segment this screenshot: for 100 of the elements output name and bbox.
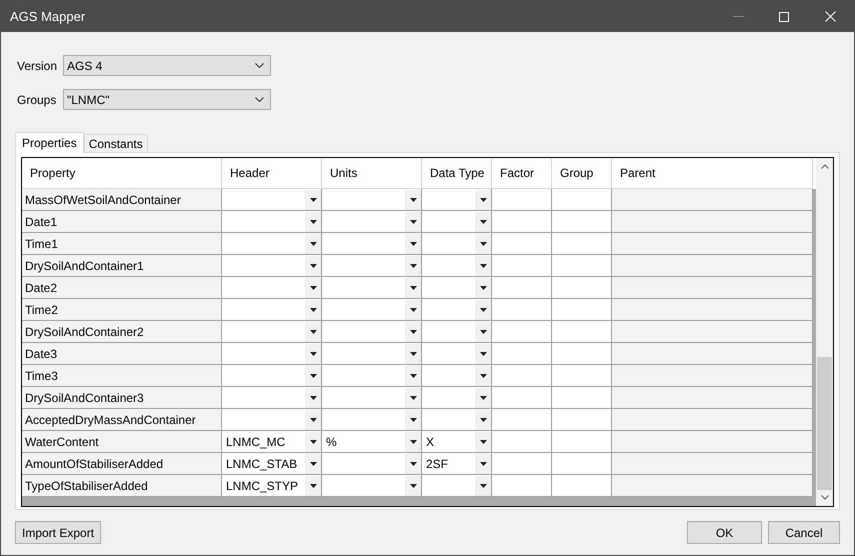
- dropdown-field[interactable]: AGS 4: [63, 55, 271, 76]
- dropdown-cell[interactable]: [222, 277, 321, 298]
- table-cell[interactable]: [552, 365, 612, 387]
- table-cell[interactable]: [552, 211, 612, 233]
- table-cell[interactable]: [552, 321, 612, 343]
- dropdown-cell[interactable]: [422, 365, 491, 386]
- table-cell[interactable]: [492, 453, 552, 475]
- caret-icon: [310, 484, 316, 488]
- dropdown-cell[interactable]: [222, 211, 321, 232]
- table-cell[interactable]: [492, 255, 552, 277]
- dropdown-cell[interactable]: [222, 343, 321, 364]
- chevron-down-icon: [255, 63, 264, 68]
- tab[interactable]: Constants: [84, 134, 148, 152]
- table-cell[interactable]: [552, 189, 612, 211]
- dropdown-cell[interactable]: LNMC_MC: [222, 431, 321, 452]
- table-cell[interactable]: [492, 277, 552, 299]
- dropdown-cell[interactable]: [322, 387, 421, 408]
- dropdown-field[interactable]: "LNMC": [63, 89, 271, 110]
- tab[interactable]: Properties: [15, 132, 84, 153]
- table-cell: DrySoilAndContainer1: [22, 255, 222, 277]
- table-cell: DrySoilAndContainer3: [22, 387, 222, 409]
- dropdown-cell[interactable]: [222, 299, 321, 320]
- dropdown-cell[interactable]: [322, 189, 421, 210]
- table-cell[interactable]: [492, 409, 552, 431]
- dropdown-cell[interactable]: LNMC_STAB: [222, 453, 321, 474]
- close-icon[interactable]: [825, 11, 836, 22]
- dropdown-cell[interactable]: %: [322, 431, 421, 452]
- dropdown-cell[interactable]: [322, 233, 421, 254]
- dropdown-cell[interactable]: [322, 453, 421, 474]
- dropdown-cell[interactable]: [322, 321, 421, 342]
- dropdown-cell[interactable]: [222, 189, 321, 210]
- table-cell[interactable]: [492, 299, 552, 321]
- field-label: Version: [17, 58, 58, 74]
- dropdown-cell[interactable]: [222, 365, 321, 386]
- dropdown-cell[interactable]: [422, 299, 491, 320]
- dropdown-cell[interactable]: [422, 343, 491, 364]
- dropdown-cell[interactable]: [322, 409, 421, 430]
- dropdown-cell[interactable]: [222, 409, 321, 430]
- table-cell[interactable]: [492, 211, 552, 233]
- caret-icon: [310, 418, 316, 422]
- table-cell[interactable]: [552, 409, 612, 431]
- caret-icon: [310, 308, 316, 312]
- dropdown-cell[interactable]: [222, 387, 321, 408]
- caret-icon: [480, 308, 486, 312]
- dropdown-cell[interactable]: [322, 343, 421, 364]
- table-cell[interactable]: [492, 343, 552, 365]
- table-cell: DrySoilAndContainer2: [22, 321, 222, 343]
- table-cell[interactable]: [492, 321, 552, 343]
- maximize-icon[interactable]: [779, 12, 789, 22]
- dropdown-cell[interactable]: [422, 189, 491, 210]
- dropdown-cell[interactable]: [222, 255, 321, 276]
- dropdown-cell[interactable]: [322, 211, 421, 232]
- dropdown-cell[interactable]: [422, 255, 491, 276]
- dropdown-cell[interactable]: LNMC_STYP: [222, 475, 321, 496]
- caret-icon: [310, 264, 316, 268]
- caret-icon: [310, 462, 316, 466]
- table-cell[interactable]: [552, 453, 612, 475]
- caret-icon: [410, 374, 416, 378]
- table-cell[interactable]: [552, 299, 612, 321]
- vertical-scrollbar[interactable]: [816, 158, 833, 506]
- dropdown-cell[interactable]: [222, 233, 321, 254]
- table-cell[interactable]: [552, 475, 612, 497]
- caret-icon: [480, 242, 486, 246]
- dropdown-cell[interactable]: [322, 255, 421, 276]
- dropdown-cell[interactable]: [322, 299, 421, 320]
- table-cell[interactable]: [492, 365, 552, 387]
- dropdown-cell[interactable]: [422, 387, 491, 408]
- ok-button[interactable]: OK: [687, 521, 762, 544]
- dropdown-cell[interactable]: 2SF: [422, 453, 491, 474]
- table-cell[interactable]: [492, 475, 552, 497]
- table-cell[interactable]: [552, 343, 612, 365]
- scroll-up-icon[interactable]: [820, 164, 828, 169]
- dropdown-cell[interactable]: [322, 365, 421, 386]
- dropdown-cell[interactable]: [422, 475, 491, 496]
- scrollbar-thumb[interactable]: [817, 357, 832, 490]
- table-cell[interactable]: [552, 387, 612, 409]
- caret-icon: [410, 264, 416, 268]
- dropdown-cell[interactable]: [322, 475, 421, 496]
- cancel-button[interactable]: Cancel: [768, 521, 840, 544]
- table-cell[interactable]: [552, 255, 612, 277]
- dropdown-cell[interactable]: [422, 211, 491, 232]
- caret-icon: [310, 198, 316, 202]
- table-cell[interactable]: [552, 277, 612, 299]
- table-cell[interactable]: [492, 189, 552, 211]
- import-export-button[interactable]: Import Export: [15, 521, 102, 544]
- table-cell[interactable]: [552, 431, 612, 453]
- dropdown-cell[interactable]: [222, 321, 321, 342]
- table-cell[interactable]: [552, 233, 612, 255]
- minimize-icon[interactable]: [733, 16, 744, 17]
- dropdown-cell[interactable]: [322, 277, 421, 298]
- dropdown-cell[interactable]: [422, 233, 491, 254]
- dropdown-cell[interactable]: X: [422, 431, 491, 452]
- caret-icon: [310, 374, 316, 378]
- table-cell[interactable]: [492, 233, 552, 255]
- dropdown-cell[interactable]: [422, 277, 491, 298]
- dropdown-cell[interactable]: [422, 409, 491, 430]
- table-cell[interactable]: [492, 387, 552, 409]
- dropdown-cell[interactable]: [422, 321, 491, 342]
- scroll-down-icon[interactable]: [820, 495, 828, 500]
- table-cell[interactable]: [492, 431, 552, 453]
